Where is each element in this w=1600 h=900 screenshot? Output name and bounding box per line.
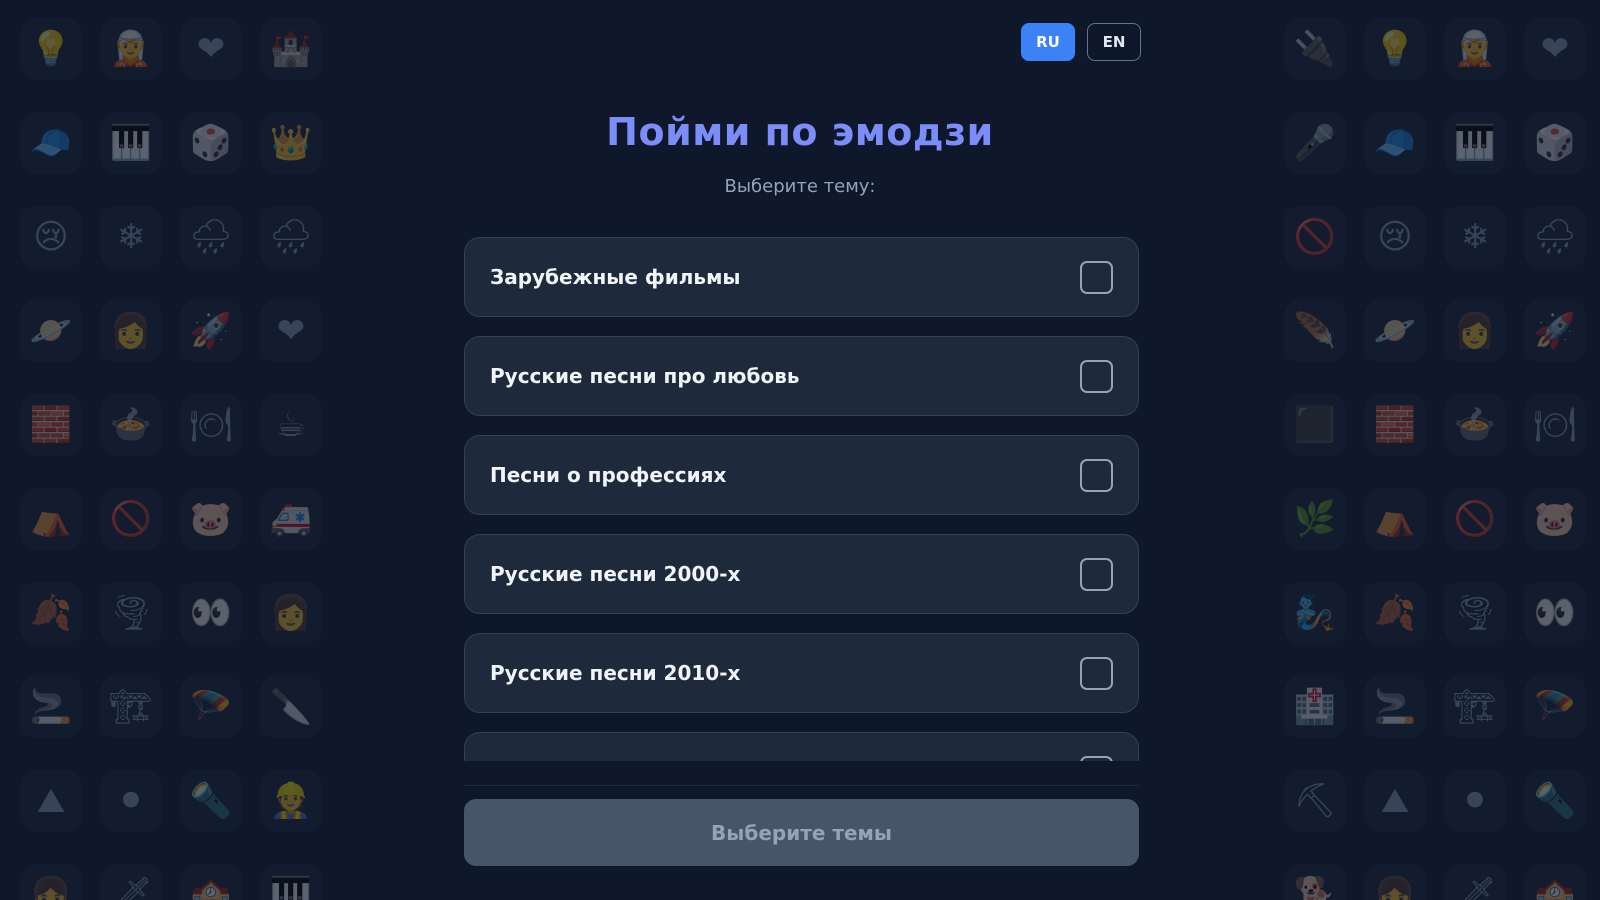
decorative-emoji-icon: 🏫: [1524, 864, 1586, 900]
decorative-emoji-icon: 👷: [260, 770, 322, 832]
decorative-emoji-icon: ⛰: [20, 770, 82, 832]
decorative-emoji-icon: 🚀: [1524, 300, 1586, 362]
topic-checkbox[interactable]: [1080, 359, 1113, 393]
decorative-emoji-icon: 🗡: [1444, 864, 1506, 900]
decorative-emoji-icon: 👩: [100, 300, 162, 362]
decorative-emoji-icon: ❄: [100, 206, 162, 268]
decorative-emoji-icon: 🌿: [1284, 488, 1346, 550]
decorative-emoji-icon: ⛺: [1364, 488, 1426, 550]
decorative-emoji-icon: 🍲: [100, 394, 162, 456]
decorative-emoji-icon: 🚬: [1364, 676, 1426, 738]
decorative-emoji-icon: 🏰: [260, 18, 322, 80]
topic-checkbox[interactable]: [1080, 755, 1113, 761]
app-screen: 💡 🧝 ❤ 🏰 🧢 🎹 🎲 👑 😢 ❄ 🌧 🌧 🪐 👩 🚀 ❤ 🧱 🍲 🍽 ☕ ⛺ 🚫 🐷 🚑 🍂 🌪 👀 👩 🚬 🏗 🪂 🔪 ⛰ ⚫ 🔦 👷 👧 🗡 🏫 🎹…: [0, 0, 1600, 900]
decorative-emoji-icon: 🏫: [180, 864, 242, 900]
decorative-emoji-icon: ⛰: [1364, 770, 1426, 832]
decorative-emoji-icon: 🎹: [260, 864, 322, 900]
decorative-emoji-icon: 🧝: [100, 18, 162, 80]
topic-checkbox[interactable]: [1080, 260, 1113, 294]
topic-item[interactable]: Русские песни про любовь: [464, 336, 1139, 416]
decorative-emoji-icon: 🚬: [20, 676, 82, 738]
topic-checkbox[interactable]: [1080, 656, 1113, 690]
decorative-emoji-icon: 🔦: [1524, 770, 1586, 832]
decorative-emoji-icon: ⛏: [1284, 770, 1346, 832]
topic-item[interactable]: Русские песни 2000-х: [464, 534, 1139, 614]
decorative-emoji-icon: 🧝: [1444, 18, 1506, 80]
decorative-emoji-icon: 🚫: [1284, 206, 1346, 268]
decorative-emoji-icon: ⛺: [20, 488, 82, 550]
decorative-emoji-icon: 🍂: [20, 582, 82, 644]
select-topics-button[interactable]: Выберите темы: [464, 799, 1139, 866]
decorative-emoji-icon: 🍂: [1364, 582, 1426, 644]
divider: [464, 785, 1139, 786]
language-ru-button[interactable]: RU: [1021, 23, 1075, 61]
decorative-emoji-icon: 🏗: [100, 676, 162, 738]
topic-label: Зарубежные фильмы: [490, 265, 741, 289]
decorative-emoji-icon: ❤: [260, 300, 322, 362]
decorative-emoji-icon: 👩: [260, 582, 322, 644]
topic-item[interactable]: Зарубежные фильмы: [464, 237, 1139, 317]
decorative-emoji-icon: 🚀: [180, 300, 242, 362]
topic-item[interactable]: Песни о профессиях: [464, 435, 1139, 515]
decorative-emoji-icon: 🗡: [100, 864, 162, 900]
topic-item[interactable]: Русские песни 2010-х: [464, 633, 1139, 713]
decorative-emoji-icon: 👀: [180, 582, 242, 644]
topic-label: Русские песни 2010-х: [490, 661, 741, 685]
decorative-emoji-icon: 🪐: [20, 300, 82, 362]
topic-item-partial[interactable]: [464, 732, 1139, 761]
decorative-emoji-icon: 🚫: [1444, 488, 1506, 550]
decorative-emoji-icon: ☕: [260, 394, 322, 456]
decorative-emoji-icon: 👀: [1524, 582, 1586, 644]
topic-checkbox[interactable]: [1080, 557, 1113, 591]
decorative-emoji-icon: ❄: [1444, 206, 1506, 268]
decorative-emoji-icon: 😢: [1364, 206, 1426, 268]
decorative-emoji-icon: 💡: [1364, 18, 1426, 80]
topic-list[interactable]: Зарубежные фильмы Русские песни про любо…: [464, 237, 1139, 761]
decorative-emoji-icon: ⬛: [1284, 394, 1346, 456]
decorative-emoji-icon: 🔌: [1284, 18, 1346, 80]
decorative-emoji-icon: 🪂: [1524, 676, 1586, 738]
decorative-emoji-icon: 🪶: [1284, 300, 1346, 362]
decorative-emoji-icon: 🐷: [180, 488, 242, 550]
language-switch: RU EN: [1021, 23, 1141, 61]
topic-label: Русские песни про любовь: [490, 364, 800, 388]
decorative-emoji-icon: 🏥: [1284, 676, 1346, 738]
decorative-emoji-icon: 🌪: [100, 582, 162, 644]
decorative-emoji-icon: ❤: [180, 18, 242, 80]
decorative-emoji-icon: ⚫: [100, 770, 162, 832]
decorative-emoji-icon: ❤: [1524, 18, 1586, 80]
decorative-emoji-icon: 🍲: [1444, 394, 1506, 456]
decorative-emoji-icon: 🌪: [1444, 582, 1506, 644]
decorative-emoji-icon: 🍽: [180, 394, 242, 456]
decorative-emoji-icon: 🏗: [1444, 676, 1506, 738]
decorative-emoji-icon: 🍽: [1524, 394, 1586, 456]
decorative-emoji-icon: 🪂: [180, 676, 242, 738]
decorative-emoji-icon: 👩: [1444, 300, 1506, 362]
decorative-emoji-icon: 🚑: [260, 488, 322, 550]
decorative-emoji-icon: 🐷: [1524, 488, 1586, 550]
decorative-emoji-icon: 🚫: [100, 488, 162, 550]
decorative-emoji-icon: 🔦: [180, 770, 242, 832]
decorative-emoji-icon: 🔪: [260, 676, 322, 738]
decorative-emoji-icon: 🌧: [1524, 206, 1586, 268]
decorative-emoji-icon: ⚫: [1444, 770, 1506, 832]
decorative-emoji-icon: 🪐: [1364, 300, 1426, 362]
decorative-emoji-icon: 😢: [20, 206, 82, 268]
decorative-emoji-icon: 🧱: [1364, 394, 1426, 456]
language-en-button[interactable]: EN: [1087, 23, 1141, 61]
page-subtitle: Выберите тему:: [724, 176, 876, 197]
topic-label: Русские песни 2000-х: [490, 562, 741, 586]
decorative-emoji-icon: 💡: [20, 18, 82, 80]
decorative-emoji-icon: 🐕: [1284, 864, 1346, 900]
decorative-emoji-icon: 🧱: [20, 394, 82, 456]
decorative-emoji-icon: 👧: [20, 864, 82, 900]
decorative-emoji-icon: 🌧: [260, 206, 322, 268]
decorative-emoji-icon: 👧: [1364, 864, 1426, 900]
decorative-emoji-icon: 🌧: [180, 206, 242, 268]
topic-checkbox[interactable]: [1080, 458, 1113, 492]
topic-label: Песни о профессиях: [490, 463, 727, 487]
decorative-emoji-icon: 🧞: [1284, 582, 1346, 644]
page-title: Пойми по эмодзи: [606, 110, 994, 154]
